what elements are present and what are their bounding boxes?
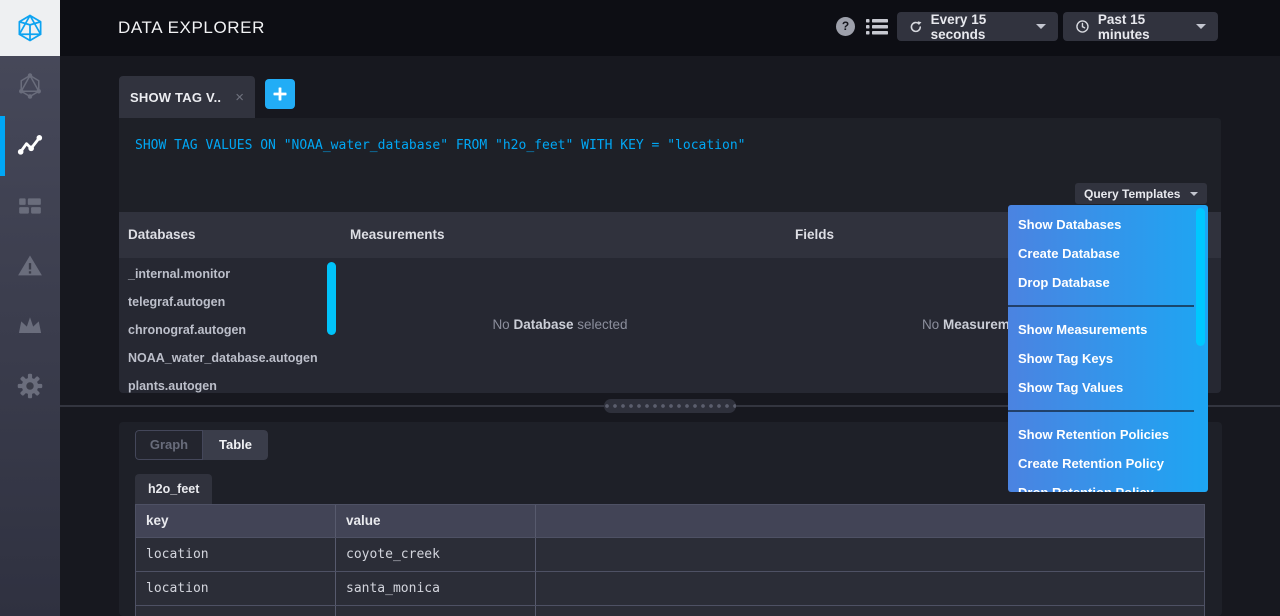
sidebar-item-alerts[interactable] <box>0 236 60 296</box>
timerange-label: Past 15 minutes <box>1098 12 1188 42</box>
top-nav: DATA EXPLORER ? Every 15 seconds <box>0 0 1280 56</box>
cell-empty <box>536 606 1204 616</box>
chronograf-logo-icon <box>15 13 45 43</box>
menu-scrollbar[interactable] <box>1196 208 1205 346</box>
menu-item-drop-retention-policy[interactable]: Drop Retention Policy <box>1008 478 1208 492</box>
cell-empty <box>536 538 1204 571</box>
cell-value: santa_monica <box>336 572 536 605</box>
cell-key: location <box>136 572 336 605</box>
chevron-down-icon <box>1036 24 1046 29</box>
cell-value <box>336 606 536 616</box>
chevron-down-icon <box>1196 24 1206 29</box>
menu-item-create-retention-policy[interactable]: Create Retention Policy <box>1008 449 1208 478</box>
add-query-button[interactable] <box>265 79 295 109</box>
database-list-item[interactable]: _internal.monitor <box>128 260 318 288</box>
plus-icon <box>272 86 288 102</box>
database-list-item[interactable]: plants.autogen <box>128 372 318 393</box>
sidebar-item-dashboards[interactable] <box>0 176 60 236</box>
hosts-icon <box>16 72 44 100</box>
measurements-column-header: Measurements <box>350 212 445 258</box>
databases-column-header: Databases <box>128 212 196 258</box>
menu-item-show-databases[interactable]: Show Databases <box>1008 210 1208 239</box>
query-log-icon[interactable] <box>866 18 888 41</box>
query-editor[interactable]: SHOW TAG VALUES ON "NOAA_water_database"… <box>119 118 1221 212</box>
sidebar <box>0 56 60 616</box>
menu-item-drop-database[interactable]: Drop Database <box>1008 268 1208 297</box>
crown-icon <box>16 312 44 340</box>
templates-group-databases: Show Databases Create Database Drop Data… <box>1008 205 1208 302</box>
cell-key: location <box>136 538 336 571</box>
measurements-placeholder: No Database selected <box>335 316 785 334</box>
placeholder-bold: Database <box>513 317 573 332</box>
gear-icon <box>16 372 44 400</box>
page-title: DATA EXPLORER <box>118 0 265 56</box>
dashboards-icon <box>17 193 43 219</box>
table-row: location santa_monica <box>136 571 1204 605</box>
query-tab-label: SHOW TAG V.. <box>130 90 221 105</box>
autorefresh-dropdown[interactable]: Every 15 seconds <box>897 12 1058 41</box>
menu-divider <box>1008 410 1194 412</box>
column-header-key[interactable]: key <box>136 505 336 537</box>
query-tab[interactable]: SHOW TAG V.. × <box>119 76 255 118</box>
menu-item-show-tag-keys[interactable]: Show Tag Keys <box>1008 344 1208 373</box>
database-list-item[interactable]: NOAA_water_database.autogen <box>128 344 318 372</box>
refresh-icon <box>909 19 923 35</box>
placeholder-text: selected <box>574 317 628 332</box>
placeholder-text: No <box>922 317 943 332</box>
menu-item-show-measurements[interactable]: Show Measurements <box>1008 315 1208 344</box>
query-templates-menu: Show Databases Create Database Drop Data… <box>1008 205 1208 492</box>
table-row <box>136 605 1204 616</box>
tab-graph[interactable]: Graph <box>135 430 203 460</box>
databases-list: _internal.monitor telegraf.autogen chron… <box>128 260 318 393</box>
clock-icon <box>1075 18 1090 35</box>
templates-group-retention: Show Retention Policies Create Retention… <box>1008 415 1208 492</box>
query-templates-dropdown[interactable]: Query Templates <box>1075 183 1207 204</box>
help-icon[interactable]: ? <box>836 17 855 36</box>
resize-drag-handle[interactable] <box>604 399 736 413</box>
timerange-dropdown[interactable]: Past 15 minutes <box>1063 12 1218 41</box>
data-explorer-page: DATA EXPLORER ? Every 15 seconds <box>0 0 1280 616</box>
autorefresh-label: Every 15 seconds <box>931 12 1028 42</box>
series-tab-h2o-feet[interactable]: h2o_feet <box>135 474 212 504</box>
menu-item-show-retention-policies[interactable]: Show Retention Policies <box>1008 420 1208 449</box>
menu-item-show-tag-values[interactable]: Show Tag Values <box>1008 373 1208 402</box>
cell-value: coyote_creek <box>336 538 536 571</box>
cell-key <box>136 606 336 616</box>
sidebar-item-admin[interactable] <box>0 296 60 356</box>
chronograf-logo[interactable] <box>0 0 60 56</box>
alert-triangle-icon <box>16 252 44 280</box>
database-list-item[interactable]: telegraf.autogen <box>128 288 318 316</box>
table-header-row: key value <box>136 505 1204 537</box>
close-icon[interactable]: × <box>235 90 244 105</box>
results-table: key value location coyote_creek location… <box>135 504 1205 616</box>
column-header-value[interactable]: value <box>336 505 536 537</box>
column-header-empty <box>536 505 1204 537</box>
query-templates-label: Query Templates <box>1084 187 1180 201</box>
menu-item-create-database[interactable]: Create Database <box>1008 239 1208 268</box>
chevron-down-icon <box>1190 192 1198 196</box>
placeholder-text: No <box>492 317 513 332</box>
table-row: location coyote_creek <box>136 537 1204 571</box>
sidebar-item-hosts[interactable] <box>0 56 60 116</box>
templates-group-measurements: Show Measurements Show Tag Keys Show Tag… <box>1008 310 1208 407</box>
menu-divider <box>1008 305 1194 307</box>
sidebar-item-data-explorer[interactable] <box>0 116 60 176</box>
database-list-item[interactable]: chronograf.autogen <box>128 316 318 344</box>
cell-empty <box>536 572 1204 605</box>
tab-table[interactable]: Table <box>203 430 268 460</box>
data-explorer-icon <box>16 132 44 160</box>
fields-column-header: Fields <box>795 212 834 258</box>
query-text[interactable]: SHOW TAG VALUES ON "NOAA_water_database"… <box>135 138 745 153</box>
sidebar-item-settings[interactable] <box>0 356 60 416</box>
view-toggle: Graph Table <box>135 430 268 460</box>
